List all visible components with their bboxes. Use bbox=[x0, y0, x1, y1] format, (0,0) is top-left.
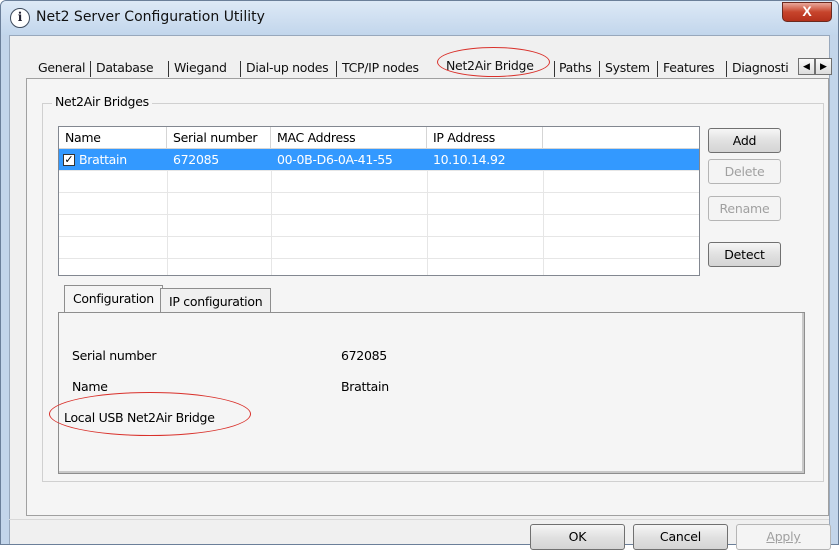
add-button[interactable]: Add bbox=[708, 128, 781, 153]
group-label: Net2Air Bridges bbox=[52, 94, 152, 109]
configuration-panel bbox=[58, 312, 805, 474]
window-title: Net2 Server Configuration Utility bbox=[36, 9, 265, 25]
tab-scroll-right-button[interactable]: ▶ bbox=[815, 58, 832, 75]
column-header-mac[interactable]: MAC Address bbox=[271, 127, 427, 149]
name-value: Brattain bbox=[341, 379, 389, 394]
tab-separator bbox=[336, 61, 337, 77]
ok-button[interactable]: OK bbox=[530, 524, 625, 550]
footer-divider bbox=[9, 519, 829, 520]
info-icon: i bbox=[10, 8, 30, 28]
serial-number-label: Serial number bbox=[72, 348, 157, 363]
table-row-empty bbox=[59, 171, 699, 193]
column-header-serial[interactable]: Serial number bbox=[167, 127, 271, 149]
column-header-name[interactable]: Name bbox=[59, 127, 167, 149]
title-bar[interactable]: i Net2 Server Configuration Utility X bbox=[1, 1, 838, 35]
cell-ip: 10.10.14.92 bbox=[433, 152, 506, 167]
table-row[interactable]: ✓ Brattain 672085 00-0B-D6-0A-41-55 10.1… bbox=[59, 149, 699, 171]
tab-general[interactable]: General bbox=[38, 59, 85, 79]
tab-dial-up-nodes[interactable]: Dial-up nodes bbox=[246, 59, 329, 79]
tab-configuration[interactable]: Configuration bbox=[64, 285, 163, 313]
apply-button[interactable]: Apply bbox=[736, 524, 831, 550]
tab-separator bbox=[599, 61, 600, 77]
cancel-button[interactable]: Cancel bbox=[633, 524, 728, 550]
bridges-list[interactable]: Name Serial number MAC Address IP Addres… bbox=[58, 126, 700, 276]
detail-tab-strip: Configuration IP configuration bbox=[58, 285, 818, 313]
table-row-empty bbox=[59, 259, 699, 275]
list-header: Name Serial number MAC Address IP Addres… bbox=[59, 127, 699, 149]
cell-mac: 00-0B-D6-0A-41-55 bbox=[277, 152, 393, 167]
tab-diagnostics[interactable]: Diagnosti bbox=[732, 59, 789, 79]
tab-paths[interactable]: Paths bbox=[559, 59, 592, 79]
serial-number-value: 672085 bbox=[341, 348, 387, 363]
tab-system[interactable]: System bbox=[605, 59, 650, 79]
tab-separator bbox=[554, 61, 555, 77]
close-button[interactable]: X bbox=[782, 2, 832, 22]
tab-scroll-left-button[interactable]: ◀ bbox=[798, 58, 815, 75]
tab-separator bbox=[168, 61, 169, 77]
name-label: Name bbox=[72, 379, 108, 394]
tab-wiegand[interactable]: Wiegand bbox=[174, 59, 227, 79]
tab-separator bbox=[240, 61, 241, 77]
tab-separator bbox=[90, 61, 91, 77]
tab-database[interactable]: Database bbox=[96, 59, 154, 79]
rename-button[interactable]: Rename bbox=[708, 196, 781, 221]
tab-tcpip-nodes[interactable]: TCP/IP nodes bbox=[342, 59, 419, 79]
main-tab-strip: General Database Wiegand Dial-up nodes T… bbox=[26, 53, 816, 79]
cell-serial: 672085 bbox=[173, 152, 219, 167]
column-header-ip[interactable]: IP Address bbox=[427, 127, 543, 149]
local-usb-bridge-label: Local USB Net2Air Bridge bbox=[64, 410, 215, 425]
cell-name: Brattain bbox=[79, 152, 127, 167]
detect-button[interactable]: Detect bbox=[708, 242, 781, 267]
tab-separator bbox=[657, 61, 658, 77]
table-row-empty bbox=[59, 215, 699, 237]
table-row-empty bbox=[59, 193, 699, 215]
tab-net2air-bridge[interactable]: Net2Air Bridge bbox=[446, 57, 534, 77]
tab-separator bbox=[726, 61, 727, 77]
tab-ip-configuration[interactable]: IP configuration bbox=[160, 288, 272, 313]
tab-features[interactable]: Features bbox=[663, 59, 715, 79]
delete-button[interactable]: Delete bbox=[708, 159, 781, 184]
table-row-empty bbox=[59, 237, 699, 259]
